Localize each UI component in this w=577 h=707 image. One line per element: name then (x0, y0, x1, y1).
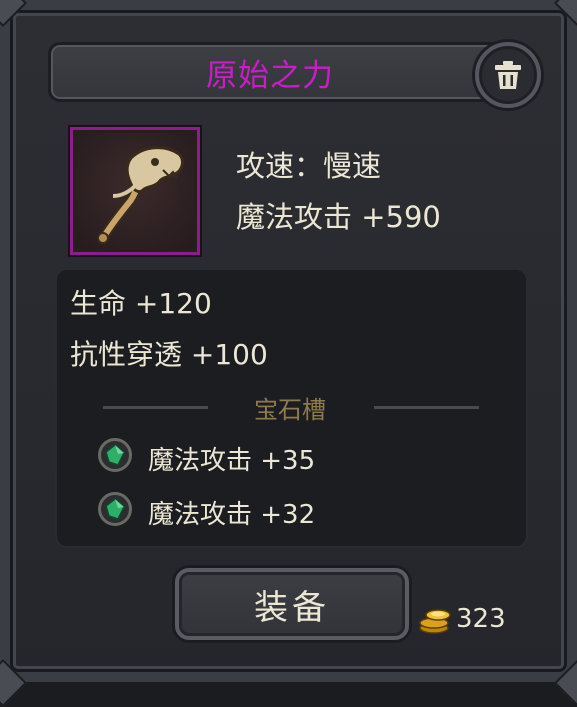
green-gem-icon (98, 492, 132, 526)
trash-icon (495, 61, 521, 89)
attribute-line: 抗性穿透 +100 (70, 338, 268, 371)
green-gem-icon (98, 438, 132, 472)
item-name: 原始之力 (206, 57, 334, 94)
attack-speed-stat: 攻速：慢速 (236, 149, 382, 183)
divider-left (103, 406, 208, 409)
gem-slot-header: 宝石槽 (254, 396, 326, 424)
equip-button[interactable]: 装备 (175, 568, 409, 640)
delete-item-button[interactable] (475, 42, 541, 108)
magic-attack-stat: 魔法攻击 +590 (236, 200, 441, 234)
gem-stat-line: 魔法攻击 +32 (148, 500, 316, 530)
gold-coins-icon (419, 609, 451, 634)
bone-axe-icon (97, 146, 184, 244)
gem-stat-line: 魔法攻击 +35 (148, 446, 316, 476)
gold-amount: 323 (456, 604, 506, 634)
divider-right (374, 406, 479, 409)
item-title-bar: 原始之力 (48, 42, 518, 102)
attribute-line: 生命 +120 (70, 287, 212, 320)
equip-button-label: 装备 (254, 587, 330, 628)
item-icon-slot (70, 127, 200, 255)
